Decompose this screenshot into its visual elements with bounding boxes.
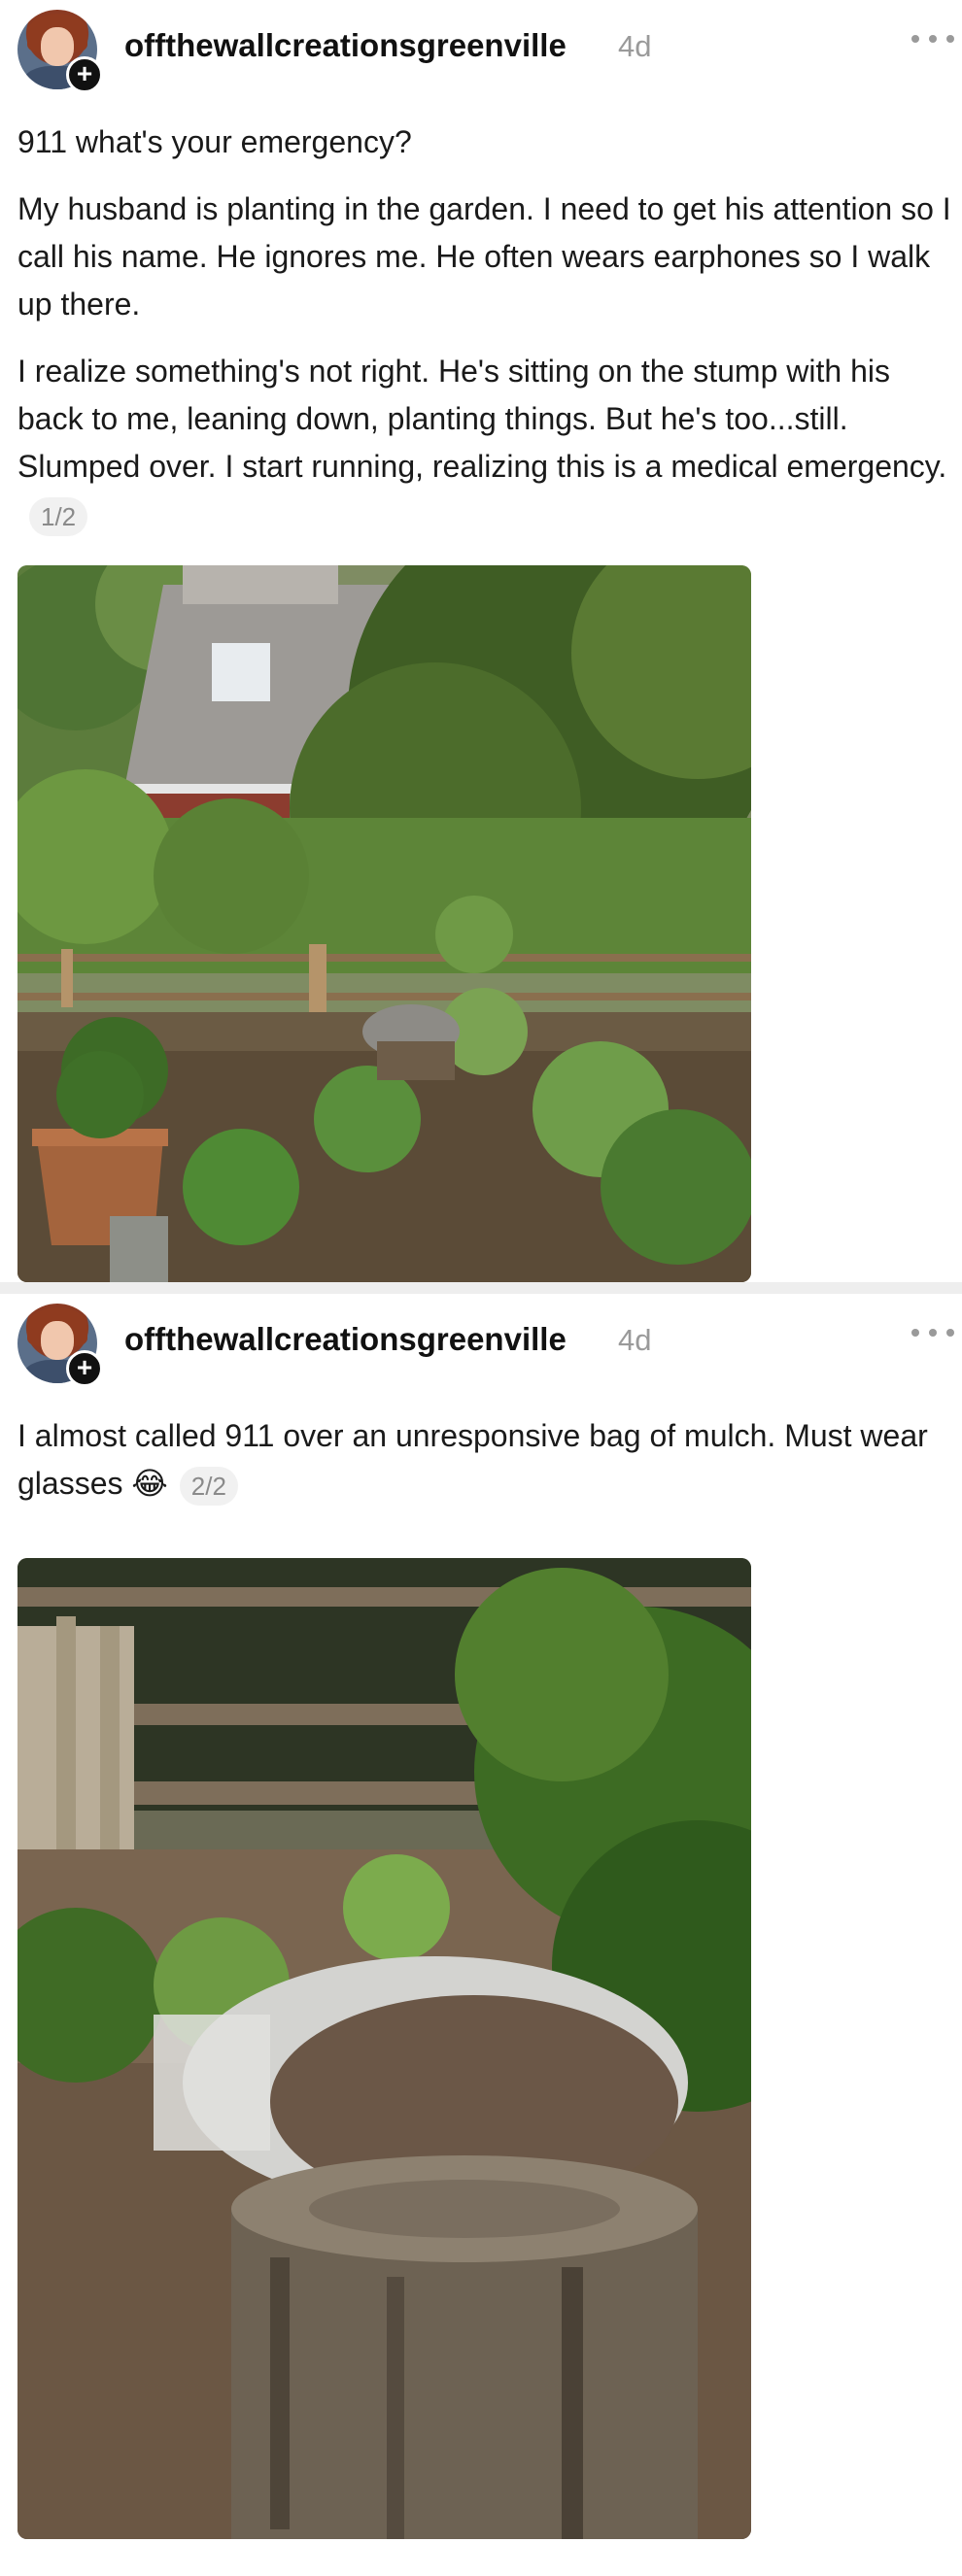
post-text: I almost called 911 over an unresponsive… (17, 1412, 952, 1508)
timestamp: 4d (618, 29, 652, 63)
post-paragraph: I realize something's not right. He's si… (17, 348, 952, 538)
post-paragraph: I almost called 911 over an unresponsive… (17, 1412, 952, 1508)
post-text: 911 what's your emergency? My husband is… (17, 119, 952, 538)
page-indicator: 2/2 (179, 1466, 238, 1506)
post-2: + offthewallcreationsgreenville 4d I alm… (0, 1294, 962, 2576)
username[interactable]: offthewallcreationsgreenville (124, 1321, 567, 1358)
post-paragraph: My husband is planting in the garden. I … (17, 191, 951, 322)
username[interactable]: offthewallcreationsgreenville (124, 27, 567, 64)
more-icon[interactable] (911, 1323, 954, 1342)
post-header: + offthewallcreationsgreenville 4d (0, 1294, 962, 1391)
timestamp: 4d (618, 1323, 652, 1357)
page-indicator: 1/2 (29, 496, 88, 536)
post-title: 911 what's your emergency? (17, 124, 412, 159)
more-icon[interactable] (911, 29, 954, 49)
post-1: + offthewallcreationsgreenville 4d 911 w… (0, 0, 962, 1282)
garden-photo[interactable] (17, 565, 751, 1282)
post-header: + offthewallcreationsgreenville 4d (0, 0, 962, 97)
plus-icon[interactable]: + (66, 56, 103, 93)
plus-icon[interactable]: + (66, 1350, 103, 1387)
mulch-photo[interactable] (17, 1558, 751, 2539)
post-divider (0, 1282, 962, 1294)
